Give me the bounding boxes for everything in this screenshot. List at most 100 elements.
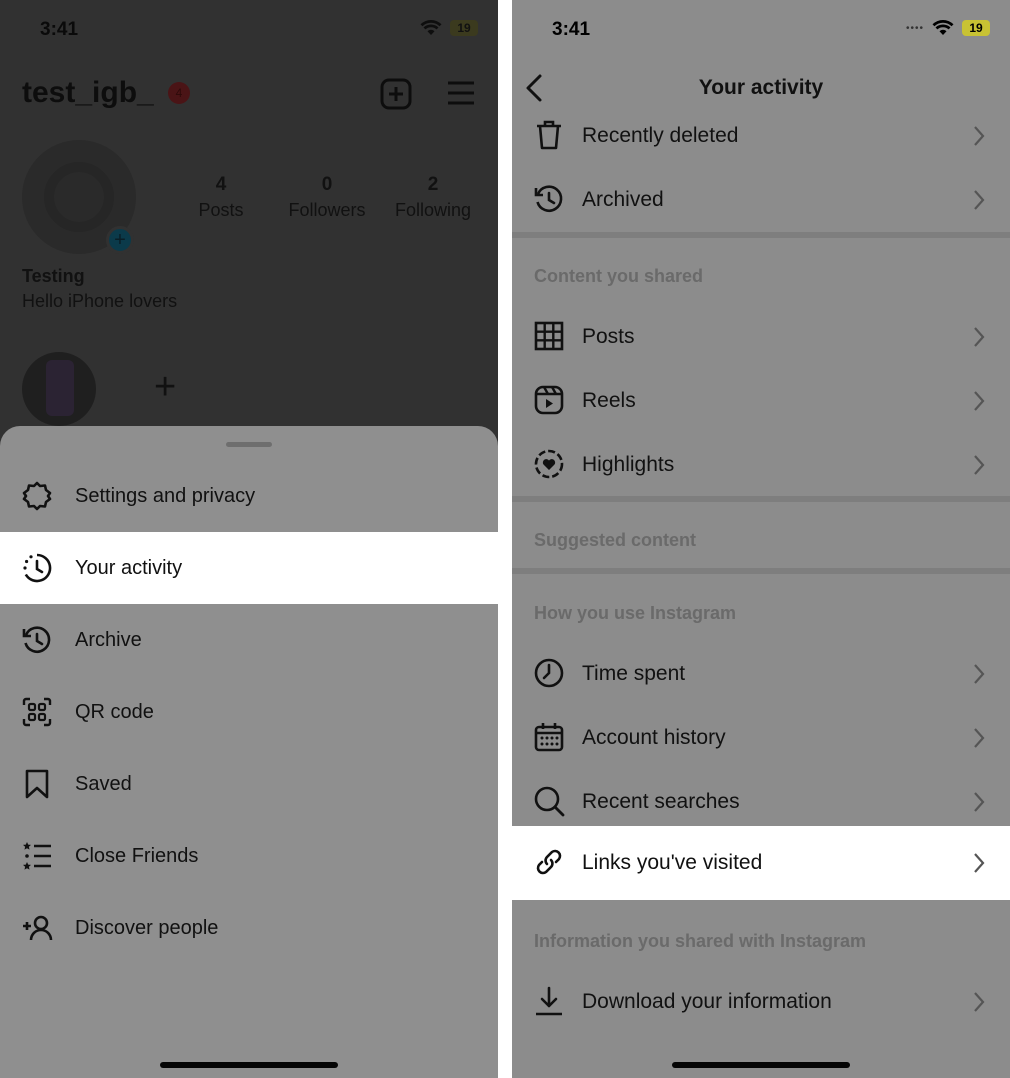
settings-gear-icon (20, 479, 54, 513)
section-separator (512, 496, 1010, 502)
qr-code-icon (20, 695, 54, 729)
menu-item-label: Your activity (75, 556, 183, 579)
home-indicator[interactable] (160, 1062, 338, 1068)
row-label: Highlights (582, 453, 675, 476)
row-recent-searches[interactable]: Recent searches (512, 770, 1010, 834)
row-posts[interactable]: Posts (512, 305, 1010, 369)
menu-item-label: Discover people (75, 916, 219, 939)
reels-icon (532, 383, 566, 417)
menu-item-archive[interactable]: Archive (0, 604, 498, 676)
row-links-visited[interactable]: Links you've visited (512, 826, 1010, 900)
calendar-icon (532, 720, 566, 754)
section-header-suggested[interactable]: Suggested content (534, 530, 696, 551)
battery-indicator: 19 (450, 20, 478, 36)
stat-following-label: Following (394, 200, 472, 220)
row-download-info[interactable]: Download your information (512, 970, 1010, 1034)
row-label: Time spent (582, 662, 686, 685)
sheet-drag-handle[interactable] (226, 442, 272, 447)
row-label: Archived (582, 188, 664, 211)
archive-history-icon (20, 623, 54, 657)
highlights-heart-icon (532, 447, 566, 481)
close-friends-list-icon (20, 839, 54, 873)
clock-icon (532, 656, 566, 690)
highlight-cover-image (46, 360, 74, 416)
stat-followers-label: Followers (288, 200, 366, 220)
menu-item-settings-privacy[interactable]: Settings and privacy (0, 460, 498, 532)
row-time-spent[interactable]: Time spent (512, 642, 1010, 706)
section-separator (512, 232, 1010, 238)
menu-item-label: Settings and privacy (75, 484, 256, 507)
row-label: Download your information (582, 990, 832, 1013)
stat-posts[interactable]: 4 Posts (166, 174, 276, 221)
search-icon (532, 784, 566, 818)
menu-item-label: Close Friends (75, 844, 199, 867)
activity-clock-icon (20, 551, 54, 585)
row-label: Links you've visited (582, 851, 763, 874)
trash-icon (532, 118, 566, 152)
chevron-right-icon (972, 726, 986, 750)
menu-item-close-friends[interactable]: Close Friends (0, 820, 498, 892)
chevron-right-icon (972, 325, 986, 349)
bookmark-icon (20, 767, 54, 801)
stat-followers-value: 0 (321, 174, 333, 195)
stat-following[interactable]: 2 Following (378, 174, 488, 221)
avatar-placeholder (44, 162, 114, 232)
row-archived[interactable]: Archived (512, 168, 1010, 232)
story-highlight[interactable] (22, 352, 96, 426)
menu-item-label: Saved (75, 772, 132, 795)
stat-followers[interactable]: 0 Followers (272, 174, 382, 221)
profile-username[interactable]: test_igb_ (22, 76, 154, 110)
left-phone-screen: 3:41 19 test_igb_ 4 + 4 Posts 0 Follower… (0, 0, 498, 1078)
profile-bio: Hello iPhone lovers (22, 291, 178, 311)
panel-divider (498, 0, 512, 1078)
menu-item-label: Archive (75, 628, 142, 651)
chevron-right-icon (972, 124, 986, 148)
status-bar: 3:41 •••• 19 (512, 0, 1010, 60)
chevron-right-icon (972, 790, 986, 814)
row-account-history[interactable]: Account history (512, 706, 1010, 770)
add-story-icon[interactable]: + (106, 226, 134, 254)
section-header-content-shared: Content you shared (534, 266, 704, 286)
status-icons: 19 (420, 20, 478, 36)
create-post-icon[interactable] (380, 78, 412, 115)
chevron-right-icon (972, 389, 986, 413)
right-phone-screen: 3:41 •••• 19 Your activity Recently dele… (512, 0, 1010, 1078)
notification-badge: 4 (168, 82, 190, 104)
grid-icon (532, 319, 566, 353)
section-header-how-you-use: How you use Instagram (534, 603, 737, 623)
row-recently-deleted[interactable]: Recently deleted (512, 104, 1010, 168)
status-icons: •••• 19 (906, 20, 990, 36)
status-time: 3:41 (552, 19, 591, 40)
profile-display-name: Testing (22, 266, 85, 286)
stat-posts-label: Posts (198, 200, 244, 220)
wifi-icon (932, 20, 954, 36)
section-separator (512, 568, 1010, 574)
menu-item-discover-people[interactable]: Discover people (0, 892, 498, 964)
row-label: Reels (582, 389, 636, 412)
link-icon (532, 845, 566, 879)
chevron-right-icon (972, 188, 986, 212)
new-highlight-plus-icon[interactable]: + (154, 366, 176, 409)
hamburger-menu-icon[interactable] (446, 78, 476, 113)
chevron-right-icon (972, 453, 986, 477)
row-reels[interactable]: Reels (512, 369, 1010, 433)
row-label: Recently deleted (582, 124, 739, 147)
wifi-icon (420, 20, 442, 36)
stat-following-value: 2 (427, 174, 439, 195)
stat-posts-value: 4 (215, 174, 227, 195)
menu-item-your-activity[interactable]: Your activity (0, 532, 498, 604)
archive-history-icon (532, 182, 566, 216)
menu-item-label: QR code (75, 700, 154, 723)
profile-menu-sheet: Settings and privacy Your activity Archi… (0, 426, 498, 1078)
signal-icon: •••• (905, 22, 924, 34)
home-indicator[interactable] (672, 1062, 850, 1068)
section-header-info-shared: Information you shared with Instagram (534, 931, 867, 951)
menu-item-saved[interactable]: Saved (0, 748, 498, 820)
menu-item-qr-code[interactable]: QR code (0, 676, 498, 748)
row-highlights[interactable]: Highlights (512, 433, 1010, 497)
add-person-icon (20, 911, 54, 945)
row-label: Account history (582, 726, 726, 749)
download-icon (532, 984, 566, 1018)
page-title: Your activity (698, 76, 824, 99)
battery-indicator: 19 (962, 20, 990, 36)
